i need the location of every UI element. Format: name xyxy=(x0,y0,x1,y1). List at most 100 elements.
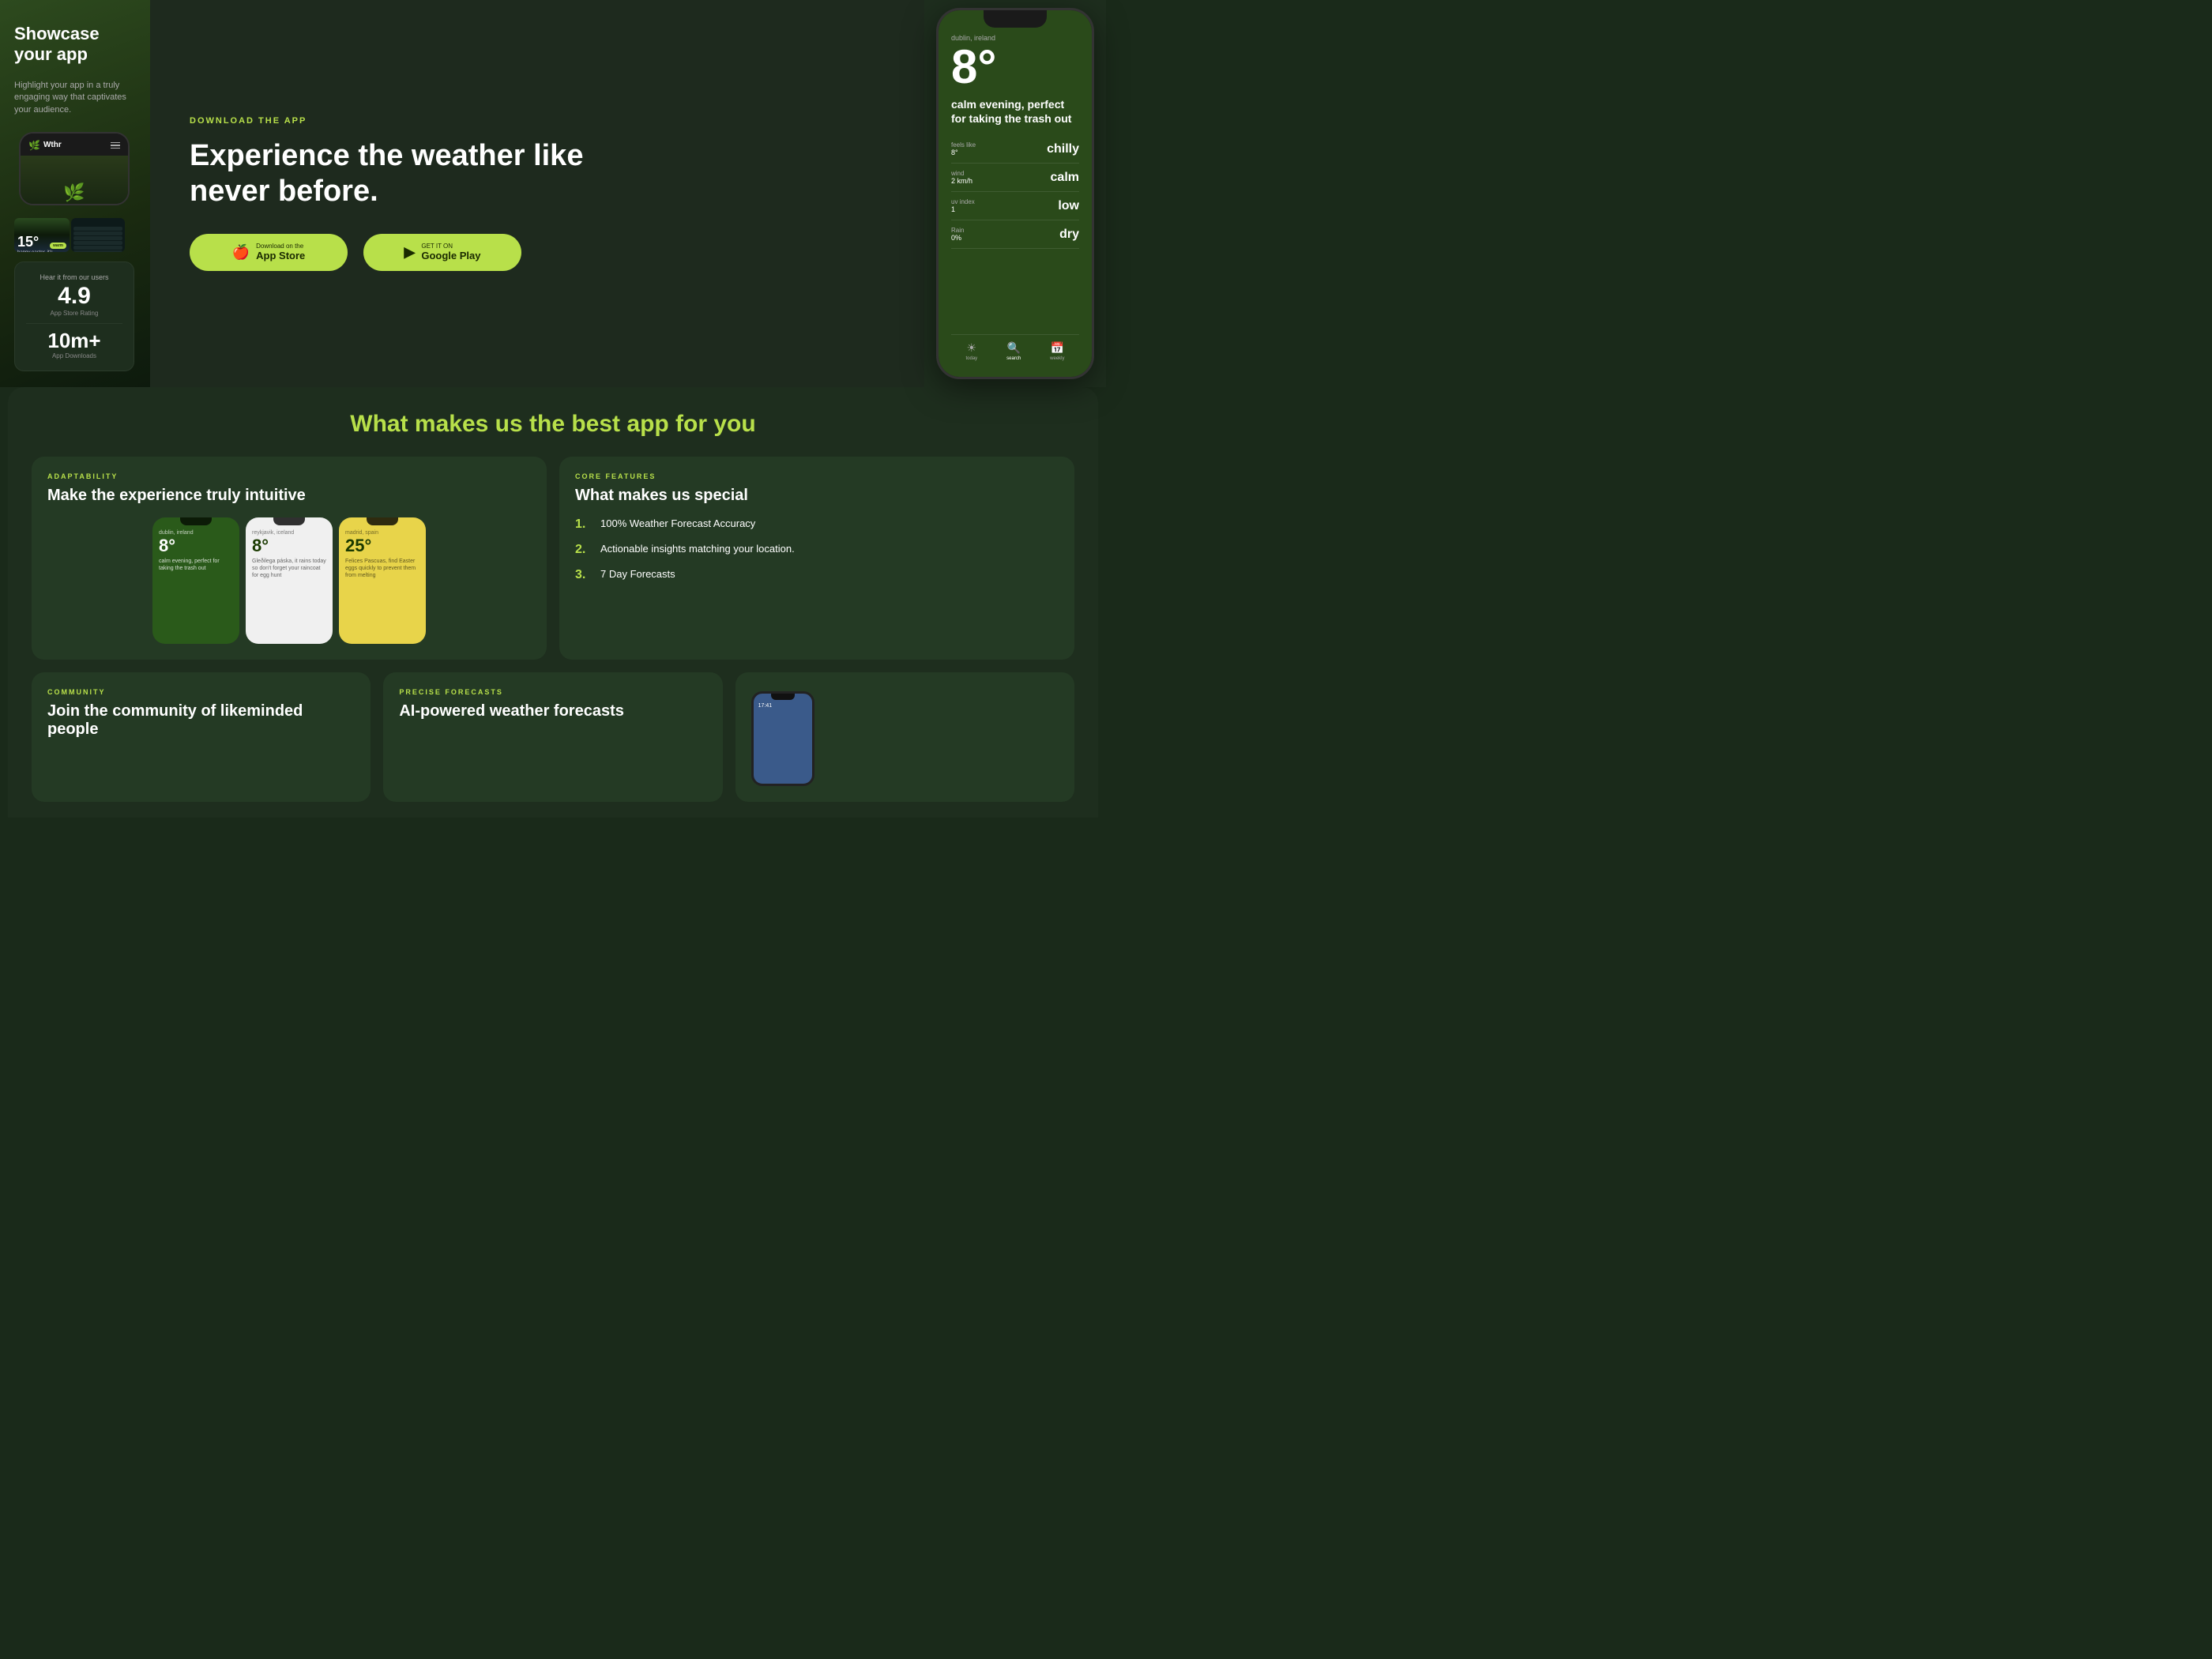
stat-label-feels: chilly xyxy=(1047,142,1079,156)
phone-stats: feels like 8° chilly wind 2 km/h calm xyxy=(951,135,1079,334)
phone-mockup-small: 🌿 Wthr 🌿 Wthr THE ULTIMATEAPP EXPERIENCE… xyxy=(19,132,130,205)
bottom-section-title: What makes us the best app for you xyxy=(32,411,1074,438)
apple-icon: 🍎 xyxy=(232,244,250,261)
core-item-1: 1. 100% Weather Forecast Accuracy xyxy=(575,517,1059,532)
hear-label: Hear it from our users xyxy=(26,273,122,281)
stat-val-feels: 8° xyxy=(951,149,976,156)
adapt-temp-2: 8° xyxy=(252,537,326,555)
app-name-small: Wthr xyxy=(43,141,62,149)
adapt-phone-green: dublin, ireland 8° calm evening, perfect… xyxy=(152,517,239,644)
stat-row-uv: uv index 1 low xyxy=(951,192,1079,220)
core-number-2: 2. xyxy=(575,543,591,557)
core-features-title: What makes us special xyxy=(575,487,1059,505)
stat-label-uv: low xyxy=(1058,199,1079,213)
sidebar-title: Showcase your app xyxy=(14,24,134,66)
stat-label-wind: calm xyxy=(1051,171,1079,185)
hamburger-icon xyxy=(111,142,120,149)
adapt-notch-2 xyxy=(273,517,305,525)
phone-screen: dublin, ireland 8° calm evening, perfect… xyxy=(939,10,1092,377)
right-phone-area: dublin, ireland 8° calm evening, perfect… xyxy=(924,0,1106,387)
sun-icon: ☀ xyxy=(967,341,977,355)
app-store-top: Download on the xyxy=(256,243,303,250)
stats-divider xyxy=(26,323,122,324)
features-grid: ADAPTABILITY Make the experience truly i… xyxy=(32,457,1074,660)
precise-title: AI-powered weather forecasts xyxy=(399,702,706,720)
adapt-loc-3: madrid, spain xyxy=(345,530,419,536)
phone-preview-card: 17:41 xyxy=(735,672,1074,802)
google-play-bottom: Google Play xyxy=(421,250,480,262)
core-list: 1. 100% Weather Forecast Accuracy 2. Act… xyxy=(575,517,1059,582)
app-rating: 4.9 xyxy=(26,284,122,308)
stat-val-uv: 1 xyxy=(951,205,975,213)
stat-val-rain: 0% xyxy=(951,234,964,242)
adapt-phone-white: reykjavik, iceland 8° Gleðilega páska, i… xyxy=(246,517,333,644)
adapt-phone-yellow: madrid, spain 25° Felices Pascuas, find … xyxy=(339,517,426,644)
headline-line1: Experience the weather like xyxy=(190,139,583,172)
downloads-count: 10m+ xyxy=(26,330,122,351)
left-sidebar: Showcase your app Highlight your app in … xyxy=(0,0,150,387)
adapt-desc-1: calm evening, perfect for taking the tra… xyxy=(159,558,233,572)
nav-search[interactable]: 🔍 search xyxy=(1006,341,1021,361)
adapt-loc-1: dublin, ireland xyxy=(159,530,233,536)
leaf-icon: 🌿 xyxy=(28,140,40,151)
app-store-button[interactable]: 🍎 Download on the App Store xyxy=(190,234,348,272)
main-center: DOWNLOAD THE APP Experience the weather … xyxy=(150,0,924,387)
stat-row-feels: feels like 8° chilly xyxy=(951,135,1079,164)
adaptability-tag: ADAPTABILITY xyxy=(47,472,531,480)
adaptability-phones: dublin, ireland 8° calm evening, perfect… xyxy=(47,517,531,644)
community-tag: COMMUNITY xyxy=(47,688,355,696)
stat-key-feels: feels like xyxy=(951,141,976,149)
screenshot-badge: warm xyxy=(50,243,66,249)
core-text-2: Actionable insights matching your locati… xyxy=(600,543,795,556)
app-store-bottom: App Store xyxy=(256,250,305,262)
adapt-desc-3: Felices Pascuas, find Easter eggs quickl… xyxy=(345,558,419,579)
adapt-loc-2: reykjavik, iceland xyxy=(252,530,326,536)
main-headline: Experience the weather like never before… xyxy=(190,138,885,210)
community-card: COMMUNITY Join the community of likemind… xyxy=(32,672,371,802)
adapt-temp-1: 8° xyxy=(159,537,233,555)
screenshot-1: 15° happy easter, it's perfect weather f… xyxy=(14,218,70,252)
adapt-temp-3: 25° xyxy=(345,537,419,555)
community-title: Join the community of likeminded people xyxy=(47,702,355,739)
core-item-3: 3. 7 Day Forecasts xyxy=(575,568,1059,582)
user-stats-box: Hear it from our users 4.9 App Store Rat… xyxy=(14,261,134,371)
adapt-notch-3 xyxy=(367,517,398,525)
phone-description: calm evening, perfect for taking the tra… xyxy=(951,97,1079,126)
nav-search-label: search xyxy=(1006,356,1021,361)
headline-line2: never before. xyxy=(190,175,378,208)
stat-row-wind: wind 2 km/h calm xyxy=(951,164,1079,192)
nav-weekly-label: weekly xyxy=(1050,356,1064,361)
nav-weekly[interactable]: 📅 weekly xyxy=(1050,341,1064,361)
adaptability-title: Make the experience truly intuitive xyxy=(47,487,531,505)
google-play-button[interactable]: ▶ GET IT ON Google Play xyxy=(363,234,521,272)
top-section: Showcase your app Highlight your app in … xyxy=(0,0,1106,387)
phone-large-mockup: dublin, ireland 8° calm evening, perfect… xyxy=(936,8,1094,379)
phone-notch xyxy=(984,10,1047,28)
stat-val-wind: 2 km/h xyxy=(951,177,972,185)
core-text-3: 7 Day Forecasts xyxy=(600,568,675,581)
stat-key-uv: uv index xyxy=(951,198,975,205)
adapt-notch-1 xyxy=(180,517,212,525)
store-buttons: 🍎 Download on the App Store ▶ GET IT ON … xyxy=(190,234,885,272)
core-number-3: 3. xyxy=(575,568,591,582)
core-number-1: 1. xyxy=(575,517,591,532)
precise-tag: PRECISE FORECASTS xyxy=(399,688,706,696)
download-label: DOWNLOAD THE APP xyxy=(190,116,885,126)
small-phone-preview: 17:41 xyxy=(751,691,814,786)
stat-label-rain: dry xyxy=(1059,228,1079,242)
core-features-card: CORE FEATURES What makes us special 1. 1… xyxy=(559,457,1074,660)
core-features-tag: CORE FEATURES xyxy=(575,472,1059,480)
stat-key-wind: wind xyxy=(951,170,972,177)
bottom-row: COMMUNITY Join the community of likemind… xyxy=(32,672,1074,802)
phone-screenshots: 15° happy easter, it's perfect weather f… xyxy=(14,218,125,252)
google-play-top: GET IT ON xyxy=(421,243,453,250)
core-text-1: 100% Weather Forecast Accuracy xyxy=(600,517,755,531)
screenshot-2 xyxy=(71,218,125,252)
adaptability-card: ADAPTABILITY Make the experience truly i… xyxy=(32,457,547,660)
nav-today[interactable]: ☀ today xyxy=(965,341,977,361)
play-icon: ▶ xyxy=(404,244,416,261)
core-item-2: 2. Actionable insights matching your loc… xyxy=(575,543,1059,557)
precise-card: PRECISE FORECASTS AI-powered weather for… xyxy=(383,672,722,802)
nav-today-label: today xyxy=(965,356,977,361)
calendar-icon: 📅 xyxy=(1051,341,1064,355)
